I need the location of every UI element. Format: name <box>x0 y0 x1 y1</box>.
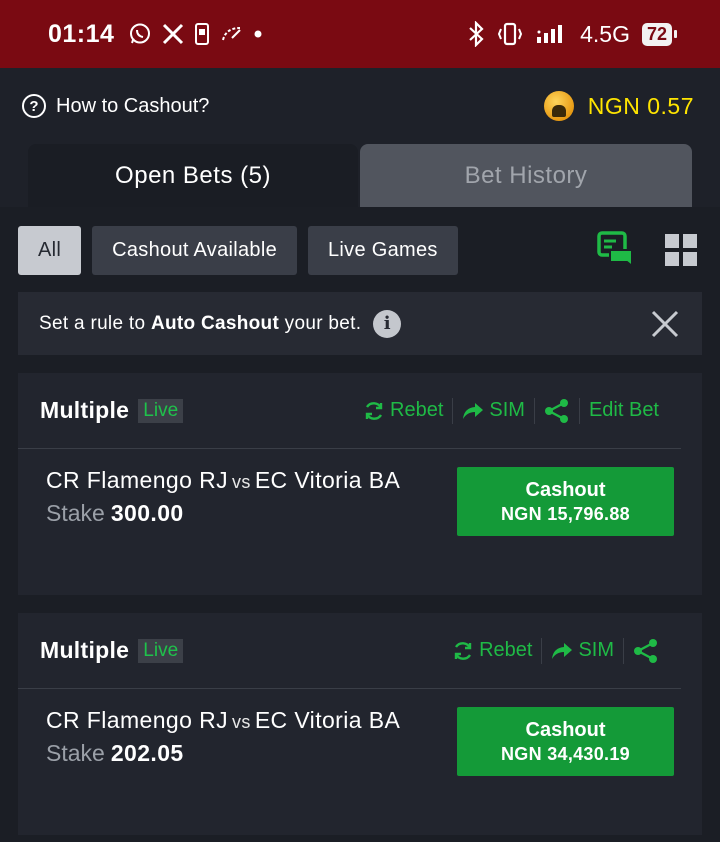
rebet-button[interactable]: Rebet <box>354 399 452 422</box>
bluetooth-icon <box>469 21 484 47</box>
stake-row: Stake 300.00 <box>46 500 400 527</box>
stake-label: Stake <box>46 740 105 766</box>
share-button[interactable] <box>624 638 659 664</box>
stake-row: Stake 202.05 <box>46 740 400 767</box>
tab-open-bets[interactable]: Open Bets (5) <box>28 144 358 207</box>
cashout-button[interactable]: Cashout NGN 15,796.88 <box>457 467 674 536</box>
filter-all[interactable]: All <box>18 225 82 275</box>
bet-card-header: Multiple Live Rebet SIM Edit Bet <box>18 373 681 449</box>
chat-bets-icon[interactable] <box>596 230 636 270</box>
away-team: EC Vitoria BA <box>254 707 401 733</box>
phone-icon <box>195 23 210 45</box>
bet-tabs: Open Bets (5) Bet History <box>0 144 720 207</box>
rebet-button[interactable]: Rebet <box>443 639 541 662</box>
status-time: 01:14 <box>48 19 115 48</box>
share-button[interactable] <box>535 398 579 424</box>
filter-cashout-available[interactable]: Cashout Available <box>92 225 297 275</box>
stake-amount: 202.05 <box>110 740 184 766</box>
match-teams[interactable]: CR Flamengo RJ vs EC Vitoria BA <box>46 467 400 494</box>
grid-view-icon[interactable] <box>664 233 698 267</box>
bet-card-header: Multiple Live Rebet SIM <box>18 613 681 689</box>
sim-button[interactable]: SIM <box>453 399 534 422</box>
bet-type: Multiple <box>40 637 130 663</box>
whatsapp-icon <box>130 23 151 44</box>
speed-icon <box>222 27 242 41</box>
forward-arrow-icon <box>463 402 484 419</box>
match-teams[interactable]: CR Flamengo RJ vs EC Vitoria BA <box>46 707 400 734</box>
account-balance[interactable]: NGN 0.57 <box>543 91 694 121</box>
home-team: CR Flamengo RJ <box>46 467 228 493</box>
dot-icon <box>254 30 262 38</box>
live-badge: Live <box>138 638 184 663</box>
question-icon: ? <box>22 94 46 118</box>
x-icon <box>163 23 184 45</box>
refresh-icon <box>365 401 383 420</box>
battery-indicator: 72 <box>641 22 678 46</box>
banner-text-bold: Auto Cashout <box>150 312 280 334</box>
home-team: CR Flamengo RJ <box>46 707 228 733</box>
signal-icon <box>537 25 563 43</box>
balance-amount: NGN 0.57 <box>587 92 694 119</box>
info-icon[interactable]: i <box>373 309 402 338</box>
how-to-cashout-label: How to Cashout? <box>56 94 210 117</box>
network-type: 4.5G <box>580 20 630 47</box>
banner-text-suffix: your bet. <box>279 312 362 334</box>
bet-card: Multiple Live Rebet SIM CR Flamengo RJ vs… <box>18 613 702 835</box>
auto-cashout-banner: Set a rule to Auto Cashout your bet. i <box>18 292 702 355</box>
filter-bar: All Cashout Available Live Games <box>18 225 702 275</box>
cashout-label: Cashout <box>525 478 606 501</box>
cashout-amount: NGN 15,796.88 <box>501 503 630 524</box>
banner-text-prefix: Set a rule to <box>39 312 151 334</box>
tab-bet-history[interactable]: Bet History <box>360 144 692 207</box>
sim-button[interactable]: SIM <box>542 639 623 662</box>
vs-label: vs <box>232 472 251 492</box>
share-icon <box>634 638 657 663</box>
cashout-label: Cashout <box>525 718 606 741</box>
forward-arrow-icon <box>552 642 573 659</box>
cashout-amount: NGN 34,430.19 <box>501 743 630 764</box>
stake-label: Stake <box>46 500 105 526</box>
avatar <box>543 91 574 121</box>
vibrate-icon <box>498 22 523 46</box>
live-badge: Live <box>138 398 184 423</box>
away-team: EC Vitoria BA <box>254 467 401 493</box>
edit-bet-button[interactable]: Edit Bet <box>580 399 659 422</box>
bet-card-body: CR Flamengo RJ vs EC Vitoria BA Stake 300.0… <box>18 449 702 589</box>
share-icon <box>544 398 568 423</box>
refresh-icon <box>454 641 472 660</box>
stake-amount: 300.00 <box>110 500 184 526</box>
status-bar: 01:14 4.5G 72 <box>0 0 720 68</box>
bet-card: Multiple Live Rebet SIM Edit Bet CR Flam… <box>18 373 702 595</box>
top-header: ? How to Cashout? NGN 0.57 <box>0 68 720 144</box>
vs-label: vs <box>232 712 251 732</box>
cashout-button[interactable]: Cashout NGN 34,430.19 <box>457 707 674 776</box>
close-icon[interactable] <box>650 309 680 339</box>
how-to-cashout-link[interactable]: ? How to Cashout? <box>22 94 209 118</box>
filter-live-games[interactable]: Live Games <box>308 225 458 275</box>
bet-card-body: CR Flamengo RJ vs EC Vitoria BA Stake 202.0… <box>18 689 702 829</box>
bet-type: Multiple <box>40 397 130 423</box>
